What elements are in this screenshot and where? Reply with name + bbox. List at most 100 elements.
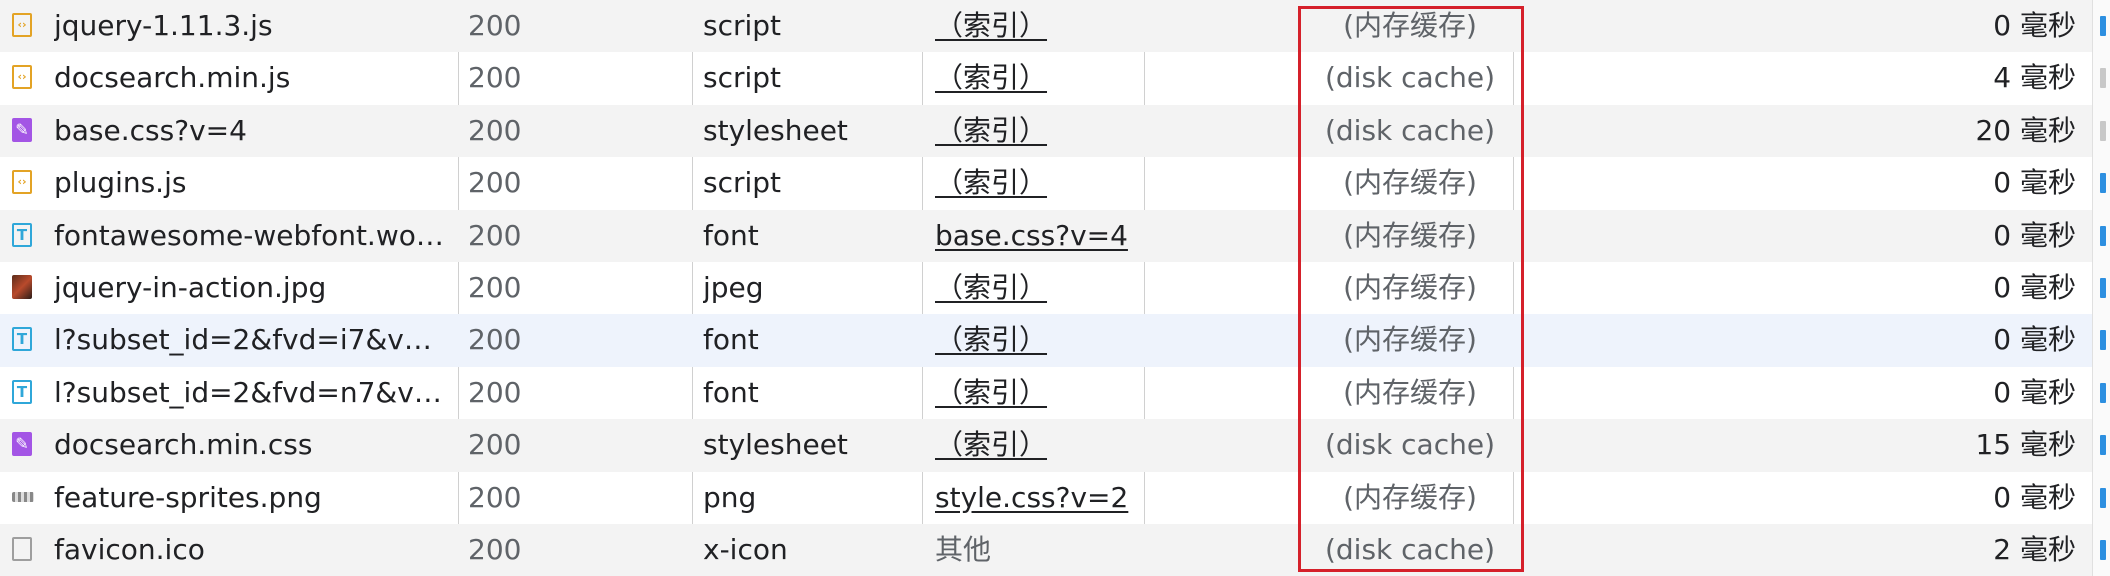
request-name[interactable]: base.css?v=4 [54, 105, 444, 157]
status-code: 200 [468, 271, 522, 304]
initiator-link[interactable]: style.css?v=2 [935, 472, 1135, 524]
request-time: 0 毫秒 [1993, 9, 2076, 42]
initiator-text: 其他 [935, 533, 992, 566]
status-code: 200 [468, 166, 522, 200]
resource-type: script [703, 9, 782, 42]
request-name[interactable]: plugins.js [54, 157, 444, 209]
size-cache-label: (内存缓存) [1343, 323, 1477, 357]
initiator-link[interactable]: （索引） [935, 105, 1135, 157]
status-code: 200 [468, 428, 522, 462]
initiator-link[interactable]: （索引） [935, 0, 1135, 52]
table-row[interactable]: ‹› jquery-1.11.3.js 200 script （索引） (内存缓存) 0 毫… [0, 0, 2092, 53]
script-file-icon: ‹› [12, 170, 32, 195]
request-name[interactable]: feature-sprites.png [54, 472, 444, 524]
table-row[interactable]: Tfontawesome-webfont.wo… 200 font base.css?… [0, 209, 2092, 262]
size-cache-label: (disk cache) [1324, 113, 1496, 147]
status-code: 200 [468, 113, 522, 147]
status-code: 200 [468, 533, 522, 566]
request-time: 20 毫秒 [1975, 113, 2076, 147]
initiator-link[interactable]: （索引） [935, 419, 1135, 471]
stylesheet-file-icon: ✎ [12, 117, 32, 142]
request-name[interactable]: favicon.ico [54, 524, 444, 576]
initiator-link[interactable]: （索引） [935, 367, 1135, 419]
size-cache-label: (disk cache) [1324, 61, 1496, 95]
resource-type-icon-cell [12, 524, 36, 576]
request-time: 15 毫秒 [1975, 428, 2076, 462]
size-cache-label: (内存缓存) [1343, 218, 1477, 252]
size-cache-label: (内存缓存) [1343, 166, 1477, 200]
status-code: 200 [468, 61, 522, 95]
table-row[interactable]: Tl?subset_id=2&fvd=i7&v=3 200 font （索引） (内存缓… [0, 314, 2092, 367]
request-name[interactable]: fontawesome-webfont.wo… [54, 210, 444, 262]
resource-type: x-icon [703, 533, 788, 566]
size-cache-label: (内存缓存) [1343, 375, 1477, 409]
request-name[interactable]: jquery-1.11.3.js [54, 0, 444, 52]
waterfall-bar [2100, 330, 2106, 351]
size-cache-label: (disk cache) [1324, 428, 1496, 462]
network-request-table: ‹› jquery-1.11.3.js 200 script （索引） (内存缓存) 0 毫… [0, 0, 2110, 576]
table-row[interactable]: favicon.ico 200 x-icon 其他 (disk cache) 2 毫秒 [0, 524, 2092, 576]
table-row[interactable]: ‹› plugins.js 200 script （索引） (内存缓存) 0 毫秒 [0, 157, 2092, 209]
resource-type: script [703, 166, 782, 200]
waterfall-bar [2100, 173, 2106, 194]
image-thumbnail-icon [12, 275, 32, 299]
request-name[interactable]: docsearch.min.css [54, 419, 444, 471]
script-file-icon: ‹› [12, 65, 32, 90]
resource-type-icon-cell: ✎ [12, 105, 36, 157]
initiator-link[interactable]: base.css?v=4 [935, 210, 1135, 262]
request-time: 4 毫秒 [1993, 61, 2076, 95]
initiator-link[interactable]: （索引） [935, 314, 1135, 366]
resource-type: font [703, 375, 759, 409]
size-cache-label: (内存缓存) [1343, 480, 1477, 514]
resource-type: jpeg [703, 271, 764, 304]
waterfall-bar [2100, 540, 2106, 560]
initiator-link[interactable]: （索引） [935, 262, 1135, 314]
font-file-icon: T [12, 379, 32, 404]
waterfall-bar [2100, 120, 2106, 141]
initiator-link[interactable]: （索引） [935, 52, 1135, 104]
request-name[interactable]: docsearch.min.js [54, 52, 444, 104]
size-cache-label: (内存缓存) [1343, 9, 1477, 42]
resource-type-icon-cell: ‹› [12, 0, 36, 52]
initiator-link[interactable]: （索引） [935, 157, 1135, 209]
request-time: 0 毫秒 [1993, 166, 2076, 200]
waterfall-bar [2100, 487, 2106, 508]
request-name[interactable]: jquery-in-action.jpg [54, 262, 444, 314]
font-file-icon: T [12, 222, 32, 247]
resource-type: script [703, 61, 782, 95]
table-row[interactable]: ✎ base.css?v=4 200 stylesheet （索引） (disk cach… [0, 104, 2092, 158]
request-time: 0 毫秒 [1993, 480, 2076, 514]
resource-type-icon-cell: ‹› [12, 157, 36, 209]
resource-type: font [703, 218, 759, 252]
resource-type-icon-cell: T [12, 314, 36, 366]
request-time: 0 毫秒 [1993, 375, 2076, 409]
resource-type-icon-cell [12, 472, 36, 524]
table-row[interactable]: feature-sprites.png 200 png style.css?v=2 (内… [0, 472, 2092, 524]
waterfall-bar [2100, 16, 2106, 36]
request-name[interactable]: l?subset_id=2&fvd=i7&v=3 [54, 314, 444, 366]
script-file-icon: ‹› [12, 13, 32, 37]
request-name[interactable]: l?subset_id=2&fvd=n7&v=3 [54, 367, 444, 419]
request-time: 0 毫秒 [1993, 323, 2076, 357]
resource-type-icon-cell: ‹› [12, 52, 36, 104]
request-time: 2 毫秒 [1993, 533, 2076, 566]
waterfall-bar [2100, 278, 2106, 298]
status-code: 200 [468, 323, 522, 357]
resource-type: png [703, 480, 757, 514]
resource-type-icon-cell: ✎ [12, 419, 36, 471]
table-row[interactable]: ‹› docsearch.min.js 200 script （索引） (disk cac… [0, 52, 2092, 104]
resource-type: stylesheet [703, 113, 848, 147]
table-row[interactable]: ✎ docsearch.min.css 200 stylesheet （索引） (disk… [0, 419, 2092, 472]
waterfall-bar [2100, 68, 2106, 89]
request-time: 0 毫秒 [1993, 218, 2076, 252]
status-code: 200 [468, 480, 522, 514]
stylesheet-file-icon: ✎ [12, 432, 32, 457]
size-cache-label: (disk cache) [1324, 533, 1496, 566]
waterfall-bar [2100, 225, 2106, 246]
blank-file-icon [12, 537, 32, 561]
resource-type: stylesheet [703, 428, 848, 462]
table-row[interactable]: jquery-in-action.jpg 200 jpeg （索引） (内存缓存) 0 毫… [0, 262, 2092, 314]
status-code: 200 [468, 9, 522, 42]
status-code: 200 [468, 375, 522, 409]
table-row[interactable]: Tl?subset_id=2&fvd=n7&v=3 200 font （索引） (内存缓… [0, 367, 2092, 419]
